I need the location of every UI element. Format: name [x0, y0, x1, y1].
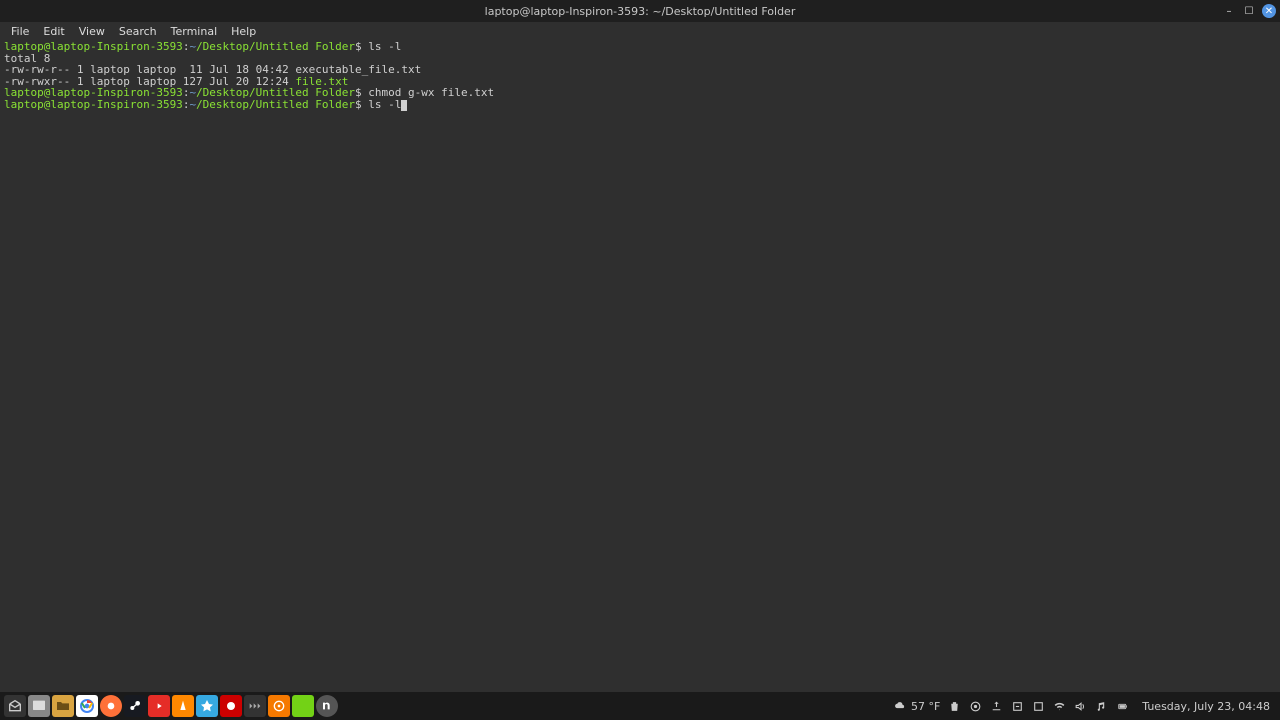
steam-icon[interactable] [124, 695, 146, 717]
minimize-button[interactable]: – [1222, 4, 1236, 18]
tray-icon-1[interactable] [1010, 699, 1024, 713]
window-title: laptop@laptop-Inspiron-3593: ~/Desktop/U… [485, 5, 796, 18]
app-icon-1[interactable] [196, 695, 218, 717]
youtube-icon[interactable] [148, 695, 170, 717]
prompt-suffix: $ [355, 40, 362, 53]
vlc-icon[interactable] [172, 695, 194, 717]
terminal-window: laptop@laptop-Inspiron-3593: ~/Desktop/U… [0, 0, 1280, 692]
taskbar-launchers [4, 695, 338, 717]
titlebar: laptop@laptop-Inspiron-3593: ~/Desktop/U… [0, 0, 1280, 22]
weather-icon [894, 699, 908, 713]
window-controls: – ☐ ✕ [1222, 4, 1276, 18]
app-icon-3[interactable] [244, 695, 266, 717]
prompt-user: laptop@laptop-Inspiron-3593 [4, 98, 183, 111]
file-manager-icon[interactable] [52, 695, 74, 717]
trash-icon[interactable] [947, 699, 961, 713]
menu-help[interactable]: Help [224, 25, 263, 38]
weather-temp: 57 °F [911, 700, 940, 713]
firefox-icon[interactable] [100, 695, 122, 717]
mint-menu-icon[interactable] [316, 695, 338, 717]
updates-icon[interactable] [989, 699, 1003, 713]
network-icon[interactable] [1052, 699, 1066, 713]
app-icon-4[interactable] [268, 695, 290, 717]
app-icon-2[interactable] [220, 695, 242, 717]
volume-icon[interactable] [1073, 699, 1087, 713]
command-3: ls -l [368, 98, 401, 111]
menu-terminal[interactable]: Terminal [164, 25, 225, 38]
clock[interactable]: Tuesday, July 23, 04:48 [1136, 700, 1276, 713]
terminal-area[interactable]: laptop@laptop-Inspiron-3593:~/Desktop/Un… [0, 40, 1280, 692]
command-1: ls -l [368, 40, 401, 53]
taskbar: 57 °F Tuesday, July 23, 04:48 [0, 692, 1280, 720]
prompt-path-rest: /Desktop/Untitled Folder [196, 40, 355, 53]
menu-search[interactable]: Search [112, 25, 164, 38]
battery-icon[interactable] [1115, 699, 1129, 713]
menu-edit[interactable]: Edit [36, 25, 71, 38]
tray-icon-2[interactable] [1031, 699, 1045, 713]
menu-file[interactable]: File [4, 25, 36, 38]
cursor [401, 100, 407, 111]
weather-widget[interactable]: 57 °F [894, 699, 940, 713]
music-icon[interactable] [1094, 699, 1108, 713]
obs-tray-icon[interactable] [968, 699, 982, 713]
prompt-suffix: $ [355, 98, 362, 111]
show-desktop-icon[interactable] [28, 695, 50, 717]
menu-view[interactable]: View [72, 25, 112, 38]
start-menu-button[interactable] [4, 695, 26, 717]
menubar: File Edit View Search Terminal Help [0, 22, 1280, 40]
close-button[interactable]: ✕ [1262, 4, 1276, 18]
system-tray: 57 °F Tuesday, July 23, 04:48 [894, 699, 1276, 713]
chrome-icon[interactable] [76, 695, 98, 717]
maximize-button[interactable]: ☐ [1242, 4, 1256, 18]
prompt-path-rest: /Desktop/Untitled Folder [196, 98, 355, 111]
app-icon-5[interactable] [292, 695, 314, 717]
